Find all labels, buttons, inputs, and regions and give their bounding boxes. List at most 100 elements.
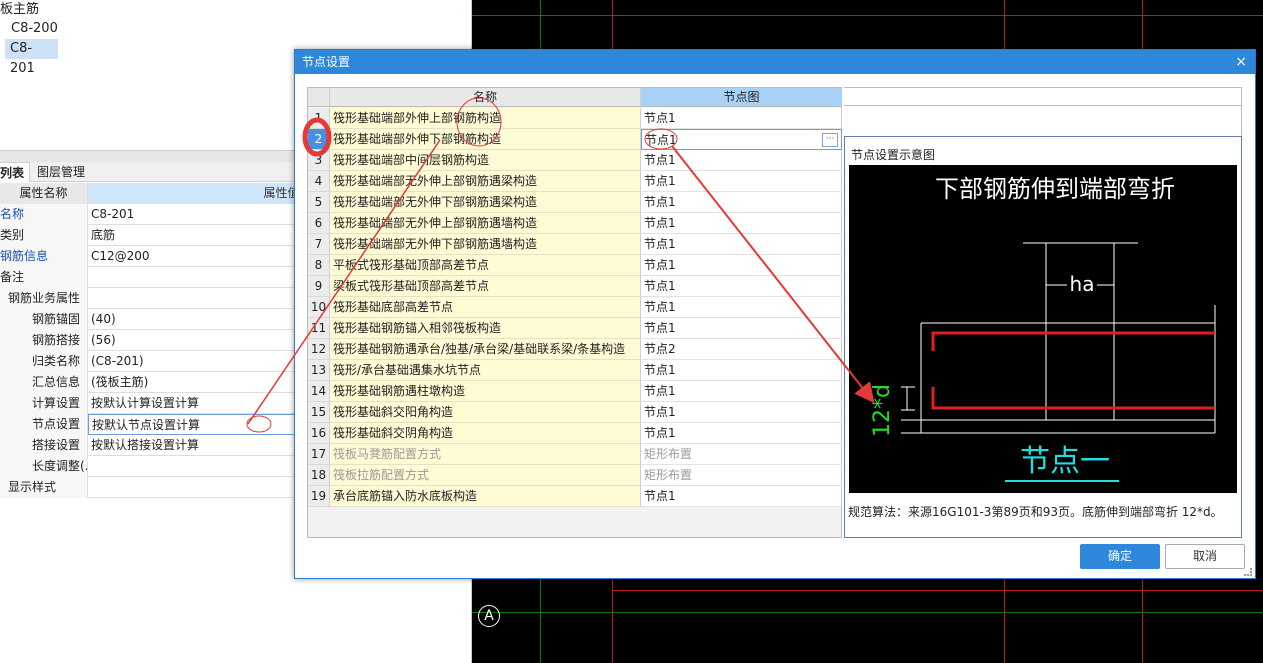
- property-name: 显示样式: [0, 477, 88, 498]
- ellipsis-button[interactable]: ···: [822, 133, 838, 147]
- node-name-cell[interactable]: 筏形基础斜交阴角构造: [330, 423, 641, 444]
- node-name-cell[interactable]: 筏板拉筋配置方式: [330, 465, 641, 486]
- node-name-cell[interactable]: 筏形基础底部高差节点: [330, 297, 641, 318]
- tree-item-c8-201[interactable]: C8-201: [5, 39, 58, 76]
- row-number[interactable]: 1: [308, 108, 330, 129]
- node-value-text: 矩形布置: [644, 447, 693, 461]
- cancel-button[interactable]: 取消: [1165, 544, 1245, 569]
- grid-row[interactable]: 10 筏形基础底部高差节点 节点1: [308, 297, 842, 318]
- grid-row[interactable]: 4 筏形基础端部无外伸上部钢筋遇梁构造 节点1: [308, 171, 842, 192]
- grid-row[interactable]: 2 筏形基础端部外伸下部钢筋构造 节点1 ···: [308, 129, 842, 150]
- node-name-cell[interactable]: 筏形/承台基础遇集水坑节点: [330, 360, 641, 381]
- node-value-text: 节点1: [644, 216, 676, 230]
- node-value-cell[interactable]: 节点1: [641, 360, 842, 381]
- node-value-text: 节点1: [644, 321, 676, 335]
- row-number[interactable]: 2: [308, 129, 330, 150]
- node-value-cell[interactable]: 节点1: [641, 171, 842, 192]
- grid-row[interactable]: 12 筏形基础钢筋遇承台/独基/承台梁/基础联系梁/条基构造 节点2: [308, 339, 842, 360]
- node-value-cell[interactable]: 节点1: [641, 108, 842, 129]
- grid-row[interactable]: 11 筏形基础钢筋锚入相邻筏板构造 节点1: [308, 318, 842, 339]
- node-name-cell[interactable]: 筏形基础端部外伸上部钢筋构造: [330, 108, 641, 129]
- row-number[interactable]: 18: [308, 465, 330, 486]
- row-number[interactable]: 7: [308, 234, 330, 255]
- node-value-cell[interactable]: 矩形布置: [641, 465, 842, 486]
- node-value-cell[interactable]: 节点1: [641, 423, 842, 444]
- row-number[interactable]: 16: [308, 423, 330, 444]
- row-number[interactable]: 9: [308, 276, 330, 297]
- node-value-cell[interactable]: 节点1 ···: [641, 129, 842, 150]
- close-icon[interactable]: ×: [1235, 50, 1247, 74]
- node-value-cell[interactable]: 节点1: [641, 486, 842, 507]
- node-name-cell[interactable]: 筏形基础钢筋遇柱墩构造: [330, 381, 641, 402]
- row-number[interactable]: 5: [308, 192, 330, 213]
- row-number[interactable]: 4: [308, 171, 330, 192]
- node-name-cell[interactable]: 承台底筋锚入防水底板构造: [330, 486, 641, 507]
- node-value-cell[interactable]: 节点2: [641, 339, 842, 360]
- grid-row[interactable]: 3 筏形基础端部中间层钢筋构造 节点1: [308, 150, 842, 171]
- node-value-cell[interactable]: 节点1: [641, 381, 842, 402]
- row-number[interactable]: 8: [308, 255, 330, 276]
- node-value-cell[interactable]: 节点1: [641, 276, 842, 297]
- row-number[interactable]: 12: [308, 339, 330, 360]
- column-header-name[interactable]: 名称: [330, 88, 641, 107]
- node-name-cell[interactable]: 筏形基础端部无外伸上部钢筋遇梁构造: [330, 171, 641, 192]
- row-number[interactable]: 11: [308, 318, 330, 339]
- dialog-title-bar[interactable]: 节点设置 ×: [295, 50, 1255, 74]
- node-value-cell[interactable]: 节点1: [641, 192, 842, 213]
- tree-root[interactable]: 板主筋: [0, 0, 39, 20]
- tree-item-c8-200[interactable]: C8-200: [8, 19, 61, 39]
- grid-row[interactable]: 18 筏板拉筋配置方式 矩形布置: [308, 465, 842, 486]
- grid-row[interactable]: 19 承台底筋锚入防水底板构造 节点1: [308, 486, 842, 507]
- node-value-cell[interactable]: 节点1: [641, 297, 842, 318]
- tab-layer-management[interactable]: 图层管理: [32, 162, 90, 182]
- node-value-cell[interactable]: 节点1: [641, 402, 842, 423]
- grid-row[interactable]: 7 筏形基础端部无外伸下部钢筋遇墙构造 节点1: [308, 234, 842, 255]
- node-value-cell[interactable]: 节点1: [641, 255, 842, 276]
- node-name-cell[interactable]: 筏形基础端部无外伸上部钢筋遇墙构造: [330, 213, 641, 234]
- grid-row[interactable]: 13 筏形/承台基础遇集水坑节点 节点1: [308, 360, 842, 381]
- node-name-cell[interactable]: 梁板式筏形基础顶部高差节点: [330, 276, 641, 297]
- row-number[interactable]: 19: [308, 486, 330, 507]
- node-name-cell[interactable]: 筏板马凳筋配置方式: [330, 444, 641, 465]
- grid-line: [472, 15, 1263, 16]
- grid-row[interactable]: 8 平板式筏形基础顶部高差节点 节点1: [308, 255, 842, 276]
- node-value-cell[interactable]: 节点1: [641, 234, 842, 255]
- grid-row[interactable]: 6 筏形基础端部无外伸上部钢筋遇墙构造 节点1: [308, 213, 842, 234]
- node-name-cell[interactable]: 筏形基础钢筋锚入相邻筏板构造: [330, 318, 641, 339]
- node-value-cell[interactable]: 节点1: [641, 213, 842, 234]
- grid-row[interactable]: 14 筏形基础钢筋遇柱墩构造 节点1: [308, 381, 842, 402]
- diagram-ha-label: ha: [1070, 272, 1095, 296]
- node-value-cell[interactable]: 节点1: [641, 318, 842, 339]
- row-number[interactable]: 13: [308, 360, 330, 381]
- grid-row[interactable]: 1 筏形基础端部外伸上部钢筋构造 节点1: [308, 108, 842, 129]
- grid-row[interactable]: 17 筏板马凳筋配置方式 矩形布置: [308, 444, 842, 465]
- node-value-text: 节点1: [644, 153, 676, 167]
- resize-grip[interactable]: [1244, 568, 1252, 576]
- grid-row[interactable]: 16 筏形基础斜交阴角构造 节点1: [308, 423, 842, 444]
- node-value-cell[interactable]: 节点1: [641, 150, 842, 171]
- node-name-cell[interactable]: 筏形基础端部无外伸下部钢筋遇梁构造: [330, 192, 641, 213]
- property-name: 钢筋搭接: [0, 330, 88, 351]
- row-number[interactable]: 14: [308, 381, 330, 402]
- node-name-cell[interactable]: 筏形基础钢筋遇承台/独基/承台梁/基础联系梁/条基构造: [330, 339, 641, 360]
- ok-button[interactable]: 确定: [1080, 544, 1160, 569]
- row-number[interactable]: 17: [308, 444, 330, 465]
- row-number[interactable]: 3: [308, 150, 330, 171]
- node-name-cell[interactable]: 筏形基础端部中间层钢筋构造: [330, 150, 641, 171]
- row-number[interactable]: 15: [308, 402, 330, 423]
- grid-row[interactable]: 9 梁板式筏形基础顶部高差节点 节点1: [308, 276, 842, 297]
- node-value-text: 节点1: [644, 384, 676, 398]
- node-name-cell[interactable]: 筏形基础端部无外伸下部钢筋遇墙构造: [330, 234, 641, 255]
- grid-row[interactable]: 15 筏形基础斜交阳角构造 节点1: [308, 402, 842, 423]
- grid-row[interactable]: 5 筏形基础端部无外伸下部钢筋遇梁构造 节点1: [308, 192, 842, 213]
- node-value-text: 节点1: [644, 279, 676, 293]
- tab-list[interactable]: 列表: [0, 162, 31, 182]
- node-value-cell[interactable]: 矩形布置: [641, 444, 842, 465]
- row-number[interactable]: 6: [308, 213, 330, 234]
- column-header-node[interactable]: 节点图: [641, 88, 842, 107]
- row-number[interactable]: 10: [308, 297, 330, 318]
- node-value-text: 矩形布置: [644, 468, 693, 482]
- node-name-cell[interactable]: 筏形基础端部外伸下部钢筋构造: [330, 129, 641, 150]
- node-name-cell[interactable]: 平板式筏形基础顶部高差节点: [330, 255, 641, 276]
- node-name-cell[interactable]: 筏形基础斜交阳角构造: [330, 402, 641, 423]
